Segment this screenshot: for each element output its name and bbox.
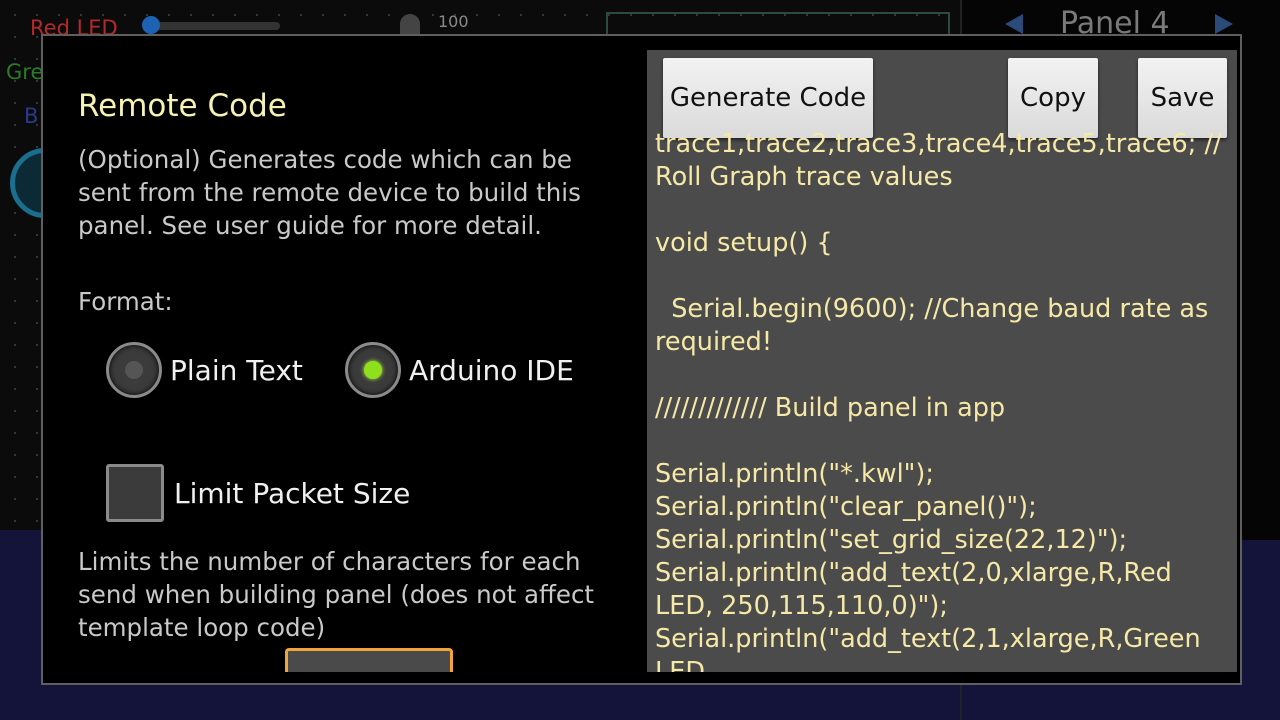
generate-code-button[interactable]: Generate Code	[663, 58, 873, 138]
radio-label: Arduino IDE	[409, 353, 574, 387]
code-line: Serial.begin(9600); //Change baud rate a…	[655, 294, 1217, 357]
code-line: Serial.println("*.kwl");	[655, 459, 934, 489]
code-line: Serial.println("set_grid_size(22,12)");	[655, 525, 1128, 555]
code-line: Serial.println("add_text(2,0,xlarge,R,Re…	[655, 558, 1180, 621]
format-label: Format:	[78, 287, 173, 316]
next-panel-arrow-icon	[1215, 14, 1233, 34]
dialog-title: Remote Code	[78, 88, 287, 124]
code-line: ///////////// Build panel in app	[655, 393, 1006, 423]
prev-panel-arrow-icon	[1005, 14, 1023, 34]
code-output[interactable]: trace1,trace2,trace3,trace4,trace5,trace…	[655, 128, 1230, 672]
code-line: void setup() {	[655, 228, 833, 258]
background-label-blue: B	[24, 104, 39, 128]
radio-circle[interactable]	[345, 342, 401, 398]
checkbox-box[interactable]	[106, 464, 164, 522]
code-line: Serial.println("add_text(2,1,xlarge,R,Gr…	[655, 624, 1209, 672]
checkbox-label: Limit Packet Size	[174, 476, 411, 510]
save-button[interactable]: Save	[1138, 58, 1227, 138]
code-panel: Generate Code Copy Save trace1,trace2,tr…	[647, 50, 1237, 672]
radio-selected-dot	[364, 361, 382, 379]
radio-arduino-ide[interactable]: Arduino IDE	[345, 342, 574, 398]
radio-unselected-dot	[125, 361, 143, 379]
radio-circle[interactable]	[106, 342, 162, 398]
background-slider	[150, 22, 280, 30]
limit-description: Limits the number of characters for each…	[78, 547, 595, 642]
code-line: Serial.println("clear_panel()");	[655, 492, 1037, 522]
background-slider-value: 100	[438, 12, 469, 31]
limit-packet-size-checkbox[interactable]: Limit Packet Size	[106, 464, 410, 522]
code-line: trace1,trace2,trace3,trace4,trace5,trace…	[655, 129, 1230, 192]
copy-button[interactable]: Copy	[1008, 58, 1098, 138]
radio-plain-text[interactable]: Plain Text	[106, 342, 303, 398]
partially-visible-button[interactable]	[285, 648, 453, 672]
radio-label: Plain Text	[170, 353, 303, 387]
dialog-description: (Optional) Generates code which can be s…	[78, 145, 581, 240]
background-slider-handle	[142, 16, 160, 34]
